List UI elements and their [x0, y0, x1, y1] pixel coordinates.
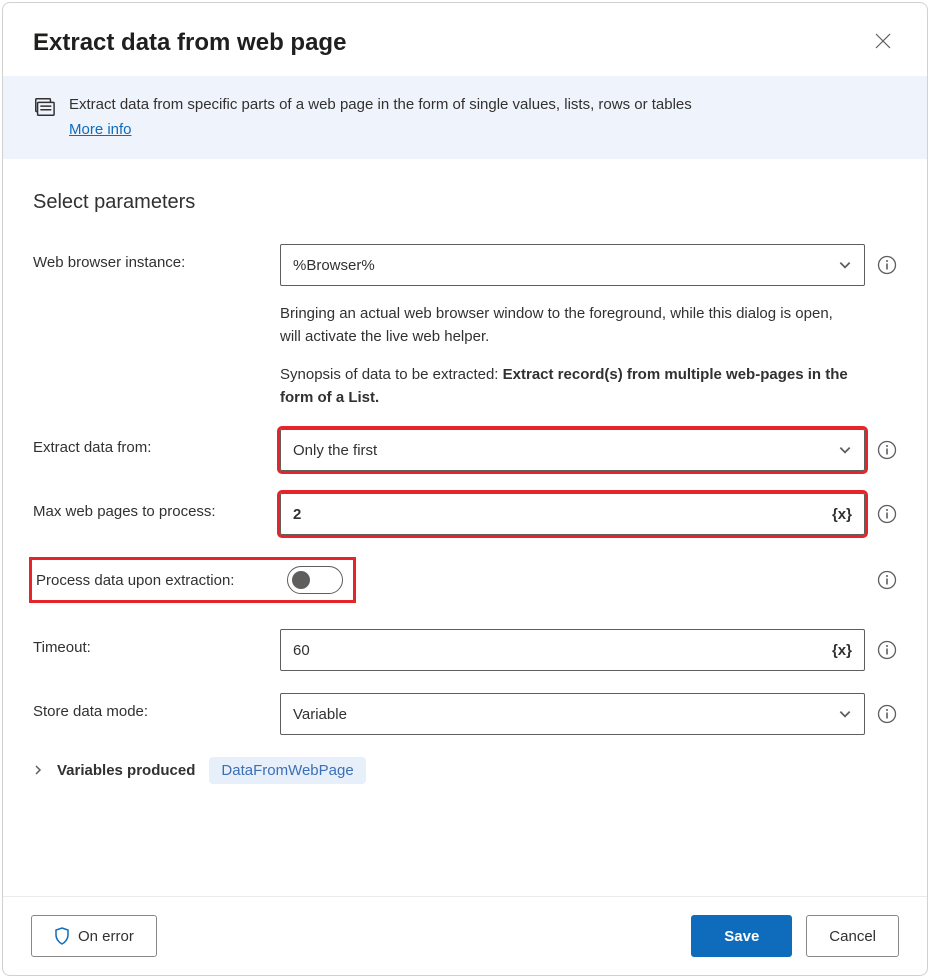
close-icon[interactable] — [869, 27, 897, 58]
info-icon[interactable] — [877, 504, 897, 524]
browser-instance-label: Web browser instance: — [33, 244, 280, 271]
process-upon-highlight: Process data upon extraction: — [29, 557, 356, 603]
field-extract-from: Extract data from: Only the first — [33, 429, 897, 471]
chevron-down-icon — [838, 443, 852, 457]
field-store-mode: Store data mode: Variable — [33, 693, 897, 735]
max-pages-input[interactable]: 2 {x} — [280, 493, 865, 535]
banner-text: Extract data from specific parts of a we… — [69, 94, 692, 141]
synopsis-prefix: Synopsis of data to be extracted: — [280, 366, 503, 383]
on-error-label: On error — [78, 928, 134, 945]
field-browser-instance: Web browser instance: %Browser% — [33, 244, 897, 286]
section-title: Select parameters — [33, 191, 897, 214]
variables-produced-label: Variables produced — [57, 762, 195, 779]
browser-instance-value: %Browser% — [293, 257, 375, 274]
chevron-down-icon — [838, 258, 852, 272]
store-mode-label: Store data mode: — [33, 693, 280, 720]
timeout-value: 60 — [293, 642, 310, 659]
info-banner: Extract data from specific parts of a we… — [3, 76, 927, 159]
field-timeout: Timeout: 60 {x} — [33, 629, 897, 671]
toggle-knob — [292, 571, 310, 589]
extract-from-select[interactable]: Only the first — [280, 429, 865, 471]
store-mode-select[interactable]: Variable — [280, 693, 865, 735]
process-upon-toggle[interactable] — [287, 566, 343, 594]
chevron-down-icon — [838, 707, 852, 721]
field-process-upon: Process data upon extraction: — [33, 557, 897, 603]
info-icon[interactable] — [877, 440, 897, 460]
variable-chip[interactable]: DataFromWebPage — [209, 757, 365, 784]
max-pages-value: 2 — [293, 506, 301, 523]
field-max-pages: Max web pages to process: 2 {x} — [33, 493, 897, 535]
extract-icon — [33, 96, 55, 118]
on-error-button[interactable]: On error — [31, 915, 157, 957]
info-icon[interactable] — [877, 255, 897, 275]
shield-icon — [54, 927, 70, 945]
variable-token-icon[interactable]: {x} — [832, 506, 852, 523]
cancel-button[interactable]: Cancel — [806, 915, 899, 957]
max-pages-label: Max web pages to process: — [33, 493, 280, 520]
banner-description: Extract data from specific parts of a we… — [69, 96, 692, 113]
info-icon[interactable] — [877, 704, 897, 724]
dialog-footer: On error Save Cancel — [3, 896, 927, 975]
info-icon[interactable] — [877, 640, 897, 660]
variable-token-icon[interactable]: {x} — [832, 642, 852, 659]
save-button[interactable]: Save — [691, 915, 792, 957]
variables-produced-row[interactable]: Variables produced DataFromWebPage — [33, 757, 897, 784]
dialog-content: Select parameters Web browser instance: … — [3, 159, 927, 896]
timeout-input[interactable]: 60 {x} — [280, 629, 865, 671]
browser-instance-select[interactable]: %Browser% — [280, 244, 865, 286]
store-mode-value: Variable — [293, 706, 347, 723]
dialog: Extract data from web page Extract data … — [2, 2, 928, 976]
process-upon-label: Process data upon extraction: — [32, 572, 279, 589]
browser-helper-text: Bringing an actual web browser window to… — [280, 302, 897, 409]
timeout-label: Timeout: — [33, 629, 280, 656]
dialog-header: Extract data from web page — [3, 3, 927, 76]
extract-from-value: Only the first — [293, 442, 377, 459]
cancel-label: Cancel — [829, 928, 876, 945]
save-label: Save — [724, 928, 759, 945]
more-info-link[interactable]: More info — [69, 119, 132, 142]
chevron-right-icon — [33, 763, 43, 778]
helper-line1: Bringing an actual web browser window to… — [280, 305, 833, 345]
extract-from-label: Extract data from: — [33, 429, 280, 456]
dialog-title: Extract data from web page — [33, 29, 346, 57]
info-icon[interactable] — [877, 570, 897, 590]
